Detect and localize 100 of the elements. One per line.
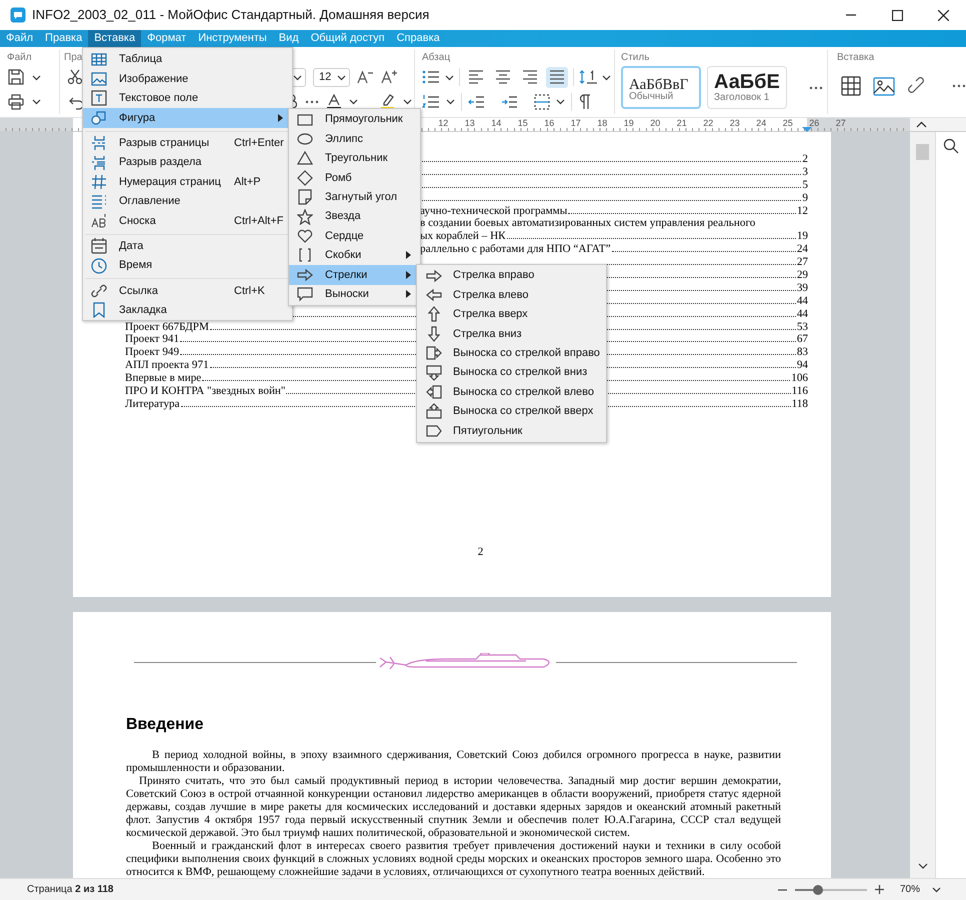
- caret-icon[interactable]: [556, 98, 565, 106]
- scissors-icon[interactable]: [67, 69, 83, 86]
- borders-icon[interactable]: [534, 94, 550, 110]
- decrease-indent-icon[interactable]: [468, 94, 485, 110]
- toc-page-number: 19: [796, 230, 808, 244]
- menu-item[interactable]: Выноска со стрелкой вправо: [417, 344, 606, 363]
- group-label: Абзац: [422, 51, 452, 65]
- ruler-number: 17: [570, 119, 582, 128]
- toc-page-number: 83: [796, 346, 808, 360]
- caret-icon[interactable]: [293, 74, 302, 81]
- menu-item[interactable]: Сноска Ctrl+Alt+F: [83, 211, 292, 231]
- menu-item[interactable]: Изображение: [83, 69, 292, 89]
- font-size-dropdown[interactable]: 12: [313, 68, 350, 87]
- increase-indent-icon[interactable]: [501, 94, 518, 110]
- menu-item[interactable]: Разрыв раздела: [83, 152, 292, 172]
- text-box-icon: [91, 90, 107, 106]
- menu-item[interactable]: Выноска со стрелкой влево: [417, 382, 606, 402]
- ruler-number: 21: [676, 119, 688, 128]
- clock-icon: [91, 258, 107, 274]
- menu-item[interactable]: Стрелка вправо: [417, 266, 606, 286]
- menu-item[interactable]: Стрелка вверх: [417, 304, 606, 324]
- search-icon[interactable]: [943, 138, 959, 154]
- shortcut-label: Ctrl+Alt+F: [234, 214, 284, 229]
- toc-page-number: 5: [802, 178, 808, 192]
- ruler-number: 12: [437, 119, 450, 128]
- menu-item[interactable]: Разрыв страницы Ctrl+Enter: [83, 134, 292, 153]
- menu-item[interactable]: Время: [83, 256, 292, 276]
- menu-bar-item[interactable]: Вставка: [88, 30, 142, 47]
- line-spacing-icon[interactable]: [579, 69, 597, 86]
- menu-item[interactable]: Эллипс: [289, 129, 420, 149]
- collapse-ribbon-icon[interactable]: [916, 121, 927, 129]
- menu-item[interactable]: Треугольник: [289, 148, 420, 168]
- arrow-right-icon: [297, 266, 313, 283]
- toc-page-number: 9: [802, 192, 808, 205]
- menu-item[interactable]: Стрелка вниз: [417, 324, 606, 344]
- toc-page-number: 44: [796, 294, 808, 308]
- menu-item[interactable]: Ромб: [289, 168, 420, 188]
- decrease-font-icon[interactable]: [357, 69, 374, 86]
- scrollbar-thumb[interactable]: [916, 144, 929, 160]
- zoom-value[interactable]: 70%: [900, 882, 920, 897]
- calendar-icon: [91, 238, 107, 254]
- more-icon[interactable]: [305, 100, 319, 104]
- table-icon[interactable]: [841, 76, 861, 96]
- pilcrow-icon[interactable]: [578, 94, 591, 110]
- toc-entry: Литература: [125, 398, 180, 411]
- star-icon: [297, 208, 313, 225]
- image-icon[interactable]: [873, 76, 895, 96]
- bullet-list-icon[interactable]: [422, 69, 440, 86]
- save-icon[interactable]: [8, 69, 24, 86]
- menu-item[interactable]: Закладка: [83, 300, 292, 320]
- numbered-list-icon[interactable]: [422, 94, 440, 110]
- caret-icon[interactable]: [602, 74, 611, 81]
- align-justify-icon[interactable]: [546, 66, 568, 88]
- slider-thumb[interactable]: [813, 884, 824, 894]
- menu-item[interactable]: Таблица: [83, 50, 292, 70]
- menu-item[interactable]: Нумерация страниц Alt+P: [83, 172, 292, 192]
- menu-item[interactable]: Оглавление: [83, 192, 292, 212]
- menu-item[interactable]: Сердце: [289, 226, 420, 246]
- caret-icon[interactable]: [349, 98, 358, 106]
- arrow-right-icon: [426, 268, 442, 284]
- zoom-in-icon[interactable]: [874, 885, 884, 894]
- ruler-number: 18: [596, 119, 608, 128]
- menu-item[interactable]: Прямоугольник: [289, 110, 420, 130]
- toc-entry: аучно-технической программы: [420, 204, 568, 218]
- menu-item[interactable]: Пятиугольник: [417, 421, 606, 441]
- caret-icon[interactable]: [32, 98, 41, 106]
- menu-item[interactable]: Выноски: [289, 284, 420, 304]
- menu-item[interactable]: Стрелка влево: [417, 285, 606, 305]
- caret-icon[interactable]: [32, 74, 41, 81]
- scroll-down-icon[interactable]: [918, 863, 928, 870]
- toc-entry: в создании боевых автоматизированных систем управления реального: [420, 217, 756, 230]
- pentagon-icon: [426, 422, 442, 439]
- caret-icon[interactable]: [446, 98, 455, 106]
- menu-item[interactable]: Ссылка Ctrl+K: [83, 281, 292, 301]
- more-icon[interactable]: [952, 84, 966, 88]
- caret-icon[interactable]: [337, 74, 346, 81]
- style-card[interactable]: АаБбЕ Заголовок 1: [707, 66, 787, 109]
- menu-item[interactable]: Дата: [83, 236, 292, 256]
- toc-page-number: 67: [796, 333, 808, 346]
- style-card[interactable]: АаБбВвГ Обычный: [621, 66, 701, 109]
- menu-item[interactable]: Текстовое поле: [83, 88, 292, 108]
- menu-item[interactable]: Звезда: [289, 206, 420, 226]
- caret-icon[interactable]: [932, 886, 941, 893]
- caret-icon[interactable]: [403, 98, 412, 106]
- more-icon[interactable]: [809, 86, 823, 90]
- print-icon[interactable]: [8, 94, 24, 110]
- toc-page-number: 39: [796, 282, 808, 295]
- callout-icon: [297, 286, 313, 302]
- toc-page-number: 12: [796, 204, 808, 218]
- toc-entry: Проект 667БДРМ: [125, 320, 209, 334]
- increase-font-icon[interactable]: [381, 69, 398, 86]
- maximize-icon[interactable]: [892, 10, 902, 20]
- caret-icon[interactable]: [445, 74, 454, 81]
- menu-item[interactable]: Выноска со стрелкой вверх: [417, 402, 606, 422]
- menu-item[interactable]: Скобки: [289, 246, 420, 266]
- menu-item[interactable]: Выноска со стрелкой вниз: [417, 362, 606, 382]
- close-icon[interactable]: [938, 10, 948, 20]
- link-icon[interactable]: [907, 76, 927, 96]
- menu-item[interactable]: Загнутый угол: [289, 188, 420, 207]
- ellipse-icon: [297, 131, 313, 148]
